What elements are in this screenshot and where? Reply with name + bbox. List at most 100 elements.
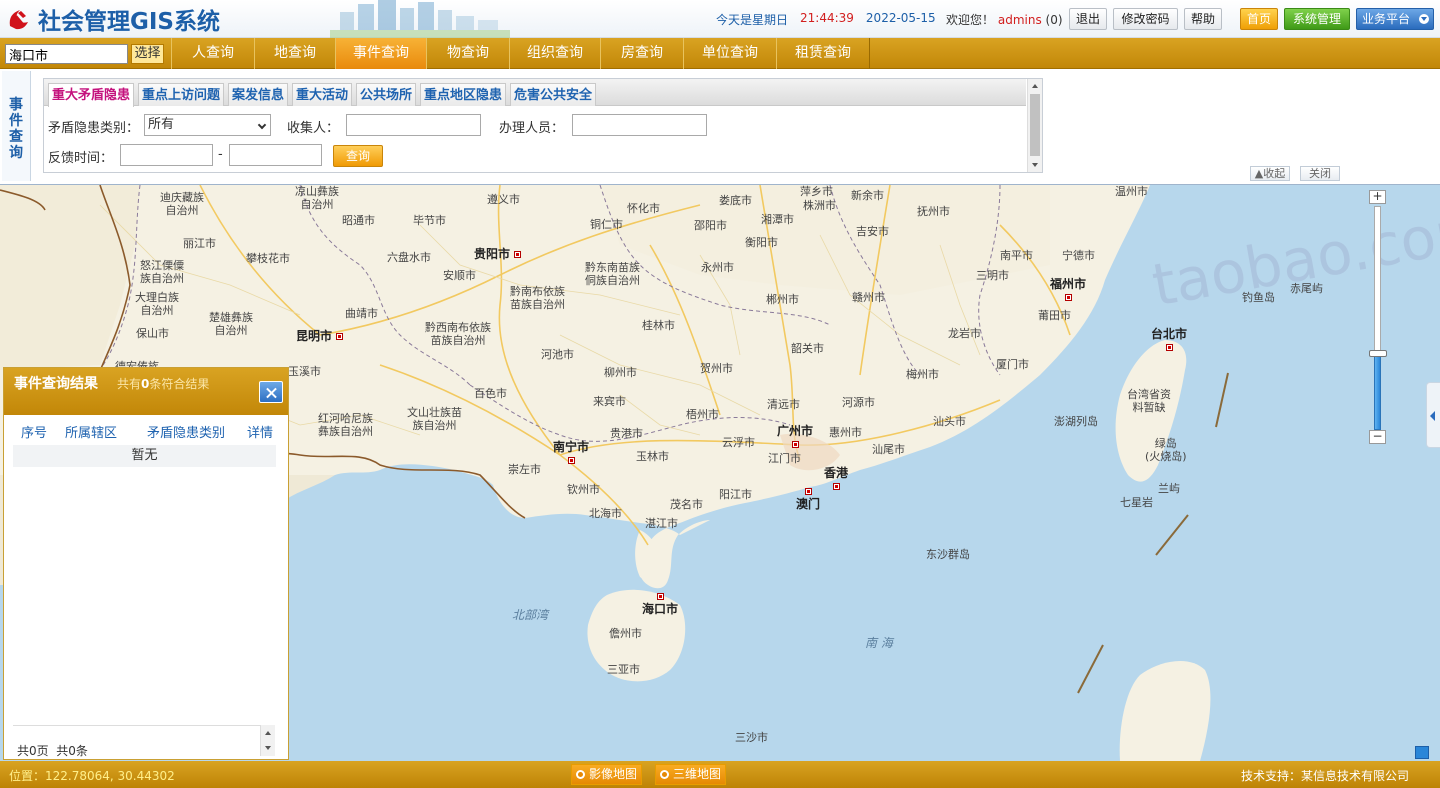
scroll-down-icon[interactable] xyxy=(1032,163,1038,167)
home-button[interactable]: 首页 xyxy=(1240,8,1278,30)
zoom-out-button[interactable]: − xyxy=(1369,430,1386,444)
svg-text:taobao.com: taobao.com xyxy=(1147,193,1440,320)
business-platform-button[interactable]: 业务平台 xyxy=(1356,8,1434,30)
column-header-details[interactable]: 详情 xyxy=(247,422,273,441)
map-label-nanning: 南宁市 xyxy=(553,441,589,467)
help-button[interactable]: 帮助 xyxy=(1184,8,1222,30)
close-icon[interactable] xyxy=(259,381,283,403)
username[interactable]: admins xyxy=(998,13,1042,27)
map-label-chuxiong: 楚雄彝族 自治州 xyxy=(209,311,253,337)
status-bar: 位置：122.78064, 30.44302 影像地图 三维地图 技术支持：某信… xyxy=(0,761,1440,788)
map-label-qingyuan: 清远市 xyxy=(767,398,800,411)
map-label-taiwan: 台湾省资 料暂缺 xyxy=(1127,388,1171,414)
map-label-hechi: 河池市 xyxy=(541,348,574,361)
map-label-zhuzhou: 株洲市 xyxy=(803,199,836,212)
map-label-guiyang: 贵阳市 xyxy=(474,248,522,261)
column-header-district[interactable]: 所属辖区 xyxy=(65,422,117,441)
capital-marker-icon xyxy=(336,333,344,340)
image-map-toggle[interactable]: 影像地图 xyxy=(571,764,643,785)
tab-person-query[interactable]: 人查询 xyxy=(171,38,255,69)
zoom-slider-fill xyxy=(1374,355,1381,430)
qtab-major-conflict[interactable]: 重大矛盾隐患 xyxy=(48,83,134,107)
map-label-xiangtan: 湘潭市 xyxy=(761,213,794,226)
tab-unit-query[interactable]: 单位查询 xyxy=(683,38,777,69)
tab-rental-query[interactable]: 租赁查询 xyxy=(776,38,870,69)
results-scrollbar[interactable] xyxy=(260,725,275,756)
map-label-bijie: 毕节市 xyxy=(413,214,446,227)
results-title: 事件查询结果 xyxy=(14,376,98,392)
results-panel: 事件查询结果 共有0条符合结果 序号 所属辖区 矛盾隐患类别 详情 暂无 共0页… xyxy=(3,367,289,760)
zoom-slider-handle[interactable] xyxy=(1369,350,1387,357)
map-label-xiamen: 厦门市 xyxy=(996,358,1029,371)
qtab-major-activity[interactable]: 重大活动 xyxy=(292,83,352,106)
zoom-in-button[interactable]: + xyxy=(1369,190,1386,204)
tab-organization-query[interactable]: 组织查询 xyxy=(509,38,601,69)
results-header: 事件查询结果 共有0条符合结果 xyxy=(4,368,288,415)
tab-event-query[interactable]: 事件查询 xyxy=(335,38,427,69)
business-platform-label: 业务平台 xyxy=(1361,12,1410,26)
map-label-shaoguan: 韶关市 xyxy=(791,342,824,355)
map-label-shaoyang: 邵阳市 xyxy=(694,219,727,232)
map-label-nanhai: 南 海 xyxy=(865,636,893,650)
fullscreen-icon[interactable] xyxy=(1415,746,1429,759)
collector-input[interactable] xyxy=(346,114,481,136)
qtab-key-petition[interactable]: 重点上访问题 xyxy=(138,83,224,106)
map-label-pingxiang: 萍乡市 xyxy=(800,185,833,198)
change-password-button[interactable]: 修改密码 xyxy=(1113,8,1178,30)
map-label-dali: 大理白族 自治州 xyxy=(135,291,179,317)
map-label-yuxi: 玉溪市 xyxy=(288,365,321,378)
map-label-penghu: 澎湖列岛 xyxy=(1054,415,1098,428)
logout-button[interactable]: 退出 xyxy=(1069,8,1107,30)
scroll-thumb[interactable] xyxy=(1030,94,1040,156)
city-input[interactable] xyxy=(5,44,128,64)
map-label-diqing: 迪庆藏族 自治州 xyxy=(160,191,204,217)
expand-side-panel-button[interactable] xyxy=(1426,382,1440,448)
scroll-up-icon[interactable] xyxy=(1032,84,1038,88)
qtab-public-safety[interactable]: 危害公共安全 xyxy=(510,83,596,106)
scroll-down-icon[interactable] xyxy=(265,746,271,750)
conflict-type-label: 矛盾隐患类别： xyxy=(48,121,140,136)
map-label-baoshan: 保山市 xyxy=(136,327,169,340)
3d-map-toggle[interactable]: 三维地图 xyxy=(655,764,727,785)
map-label-baise: 百色市 xyxy=(474,387,507,400)
qtab-key-area-hazard[interactable]: 重点地区隐患 xyxy=(420,83,506,106)
query-button[interactable]: 查询 xyxy=(333,145,383,167)
map-label-laibin: 来宾市 xyxy=(593,395,626,408)
map-label-qiandongnan: 黔东南苗族 侗族自治州 xyxy=(585,261,640,287)
map-label-loudi: 娄底市 xyxy=(719,194,752,207)
tab-land-query[interactable]: 地查询 xyxy=(254,38,336,69)
image-map-label: 影像地图 xyxy=(589,767,638,781)
tab-object-query[interactable]: 物查询 xyxy=(426,38,510,69)
feedback-end-date-input[interactable] xyxy=(229,144,322,166)
system-admin-button[interactable]: 系统管理 xyxy=(1284,8,1350,30)
clock-text: 21:44:39 xyxy=(800,11,854,25)
column-header-conflict-type[interactable]: 矛盾隐患类别 xyxy=(147,422,225,441)
column-header-index[interactable]: 序号 xyxy=(21,422,47,441)
chevron-down-icon xyxy=(257,120,267,130)
map-label-lijiang: 丽江市 xyxy=(183,237,216,250)
map-label-shantou: 汕头市 xyxy=(933,415,966,428)
handler-input[interactable] xyxy=(572,114,707,136)
query-panel-side-title: 事件查询 xyxy=(2,71,31,181)
weekday-text: 今天是星期日 xyxy=(716,13,789,27)
capital-marker-icon xyxy=(1064,294,1072,301)
map-label-wenshan: 文山壮族苗 族自治州 xyxy=(407,406,462,432)
qtab-case-info[interactable]: 案发信息 xyxy=(228,83,288,106)
map-label-nujiang: 怒江傈僳 族自治州 xyxy=(140,259,184,285)
feedback-start-date-input[interactable] xyxy=(120,144,213,166)
scroll-up-icon[interactable] xyxy=(265,731,271,735)
conflict-type-select[interactable]: 所有 xyxy=(144,114,271,136)
radio-icon xyxy=(660,770,669,779)
collapse-button[interactable]: ▲收起 xyxy=(1250,166,1290,181)
query-panel-scrollbar[interactable] xyxy=(1027,79,1042,172)
qtab-public-places[interactable]: 公共场所 xyxy=(356,83,416,106)
close-panel-button[interactable]: 关闭 xyxy=(1300,166,1340,181)
date-separator: - xyxy=(218,147,223,162)
tab-house-query[interactable]: 房查询 xyxy=(600,38,684,69)
map-label-qixingyan: 七星岩 xyxy=(1120,496,1153,509)
app-title: 社会管理GIS系统 xyxy=(38,9,221,35)
results-footer: 共0页 共0条 xyxy=(17,742,88,759)
city-select-button[interactable]: 选择 xyxy=(131,44,164,64)
map-label-qiannan: 黔南布依族 苗族自治州 xyxy=(510,285,565,311)
map-label-honghe: 红河哈尼族 彝族自治州 xyxy=(318,412,373,438)
